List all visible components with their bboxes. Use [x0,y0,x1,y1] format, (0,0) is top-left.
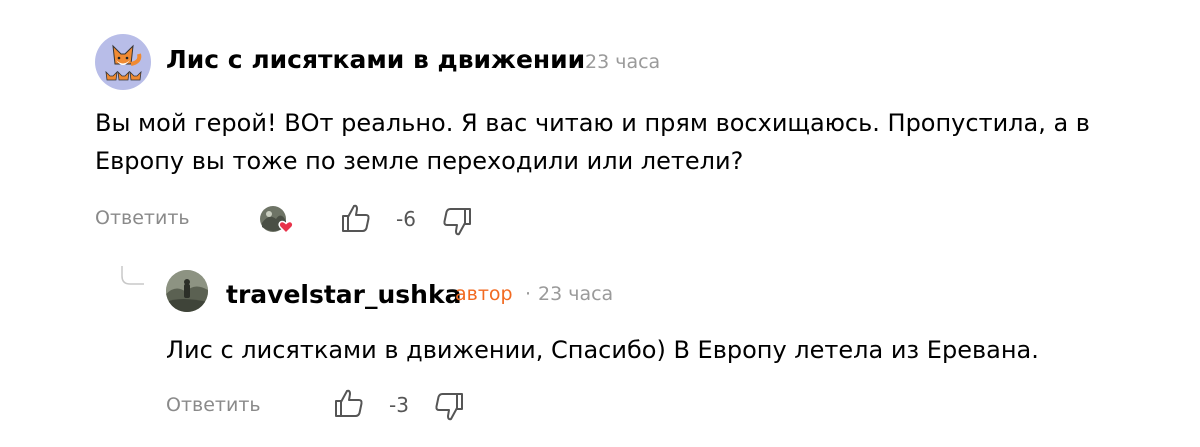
author-badge: автор [455,283,513,305]
traveler-photo-avatar[interactable] [166,270,208,312]
comment-text-line-2: Европу вы тоже по земле переходили или л… [95,147,744,175]
reply-time: 23 часа [538,283,614,305]
heart-icon [278,220,294,235]
thumbs-up-icon[interactable] [340,203,372,235]
thumbs-down-icon[interactable] [441,205,473,237]
rating-count: -6 [396,207,416,231]
comment-text-line-1: Вы мой герой! ВОт реально. Я вас читаю и… [95,109,1090,137]
reply-thumbs-down-icon[interactable] [433,390,465,422]
reply-separator: · [525,283,532,305]
reply-rating-count: -3 [389,393,409,417]
reply-text: Лис с лисятками в движении, Спасибо) В Е… [166,336,1039,364]
comment-time: 23 часа [585,51,661,73]
reply-thumbs-up-icon[interactable] [333,388,365,420]
fox-avatar-icon[interactable] [95,34,151,90]
thread-connector [120,266,146,288]
reply-button[interactable]: Ответить [95,207,190,229]
liked-by-author-avatar [259,205,297,235]
reply-reply-button[interactable]: Ответить [166,394,261,416]
reply-author[interactable]: travelstar_ushka [226,280,461,309]
comment-author[interactable]: Лис с лисятками в движении [166,45,585,74]
